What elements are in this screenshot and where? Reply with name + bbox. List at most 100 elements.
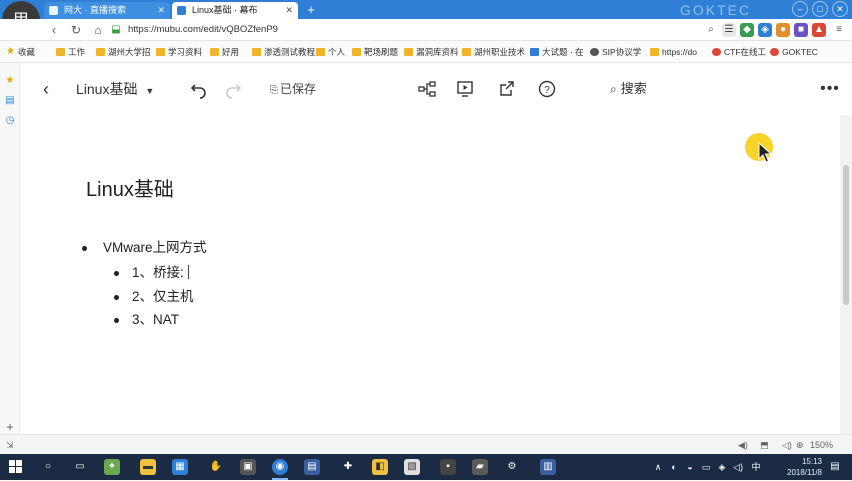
tray-icon[interactable]: ◐: [668, 459, 680, 475]
extension-icon[interactable]: ☰: [722, 23, 736, 37]
app-icon[interactable]: ◧: [372, 459, 388, 475]
scrollbar[interactable]: [840, 115, 852, 454]
home-icon[interactable]: ⌂: [90, 22, 106, 38]
file-explorer-icon[interactable]: ▬: [140, 459, 156, 475]
help-icon[interactable]: ?: [538, 79, 556, 99]
extension-icon[interactable]: ●: [776, 23, 790, 37]
browser-tab-active[interactable]: Linux基础 · 幕布 ✕: [172, 2, 298, 19]
sidebar-toggle-icon[interactable]: ⇲: [6, 439, 14, 451]
app-icon[interactable]: ▧: [404, 459, 420, 475]
scrollbar-thumb[interactable]: [843, 165, 849, 305]
app-icon[interactable]: ✚: [340, 459, 356, 475]
minimize-icon[interactable]: –: [792, 1, 808, 17]
bookmark-item[interactable]: 工作: [56, 44, 85, 60]
clock[interactable]: 15:13 2018/11/8: [787, 456, 822, 478]
star-icon: ★: [6, 46, 15, 57]
zoom-level[interactable]: 150%: [810, 439, 833, 451]
add-icon[interactable]: +: [4, 421, 16, 433]
app-icon[interactable]: ▦: [172, 459, 188, 475]
bookmark-item[interactable]: 靶场刷题: [352, 44, 398, 60]
tray-icon[interactable]: ◒: [684, 459, 696, 475]
presentation-icon[interactable]: [456, 79, 474, 99]
taskbar: ○ ▭ ✦ ▬ ▦ ✋ ▣ ◉ ▤ ✚ ◧ ▧ ▪ ▰ ⚙ ▥ ∧ ◐ ◒ ▭ …: [0, 454, 852, 480]
address-bar: ‹ ↻ ⌂ ⬓ https://mubu.com/edit/vQBOZfenP9…: [0, 19, 852, 41]
bookmark-item[interactable]: 湖州大学招: [96, 44, 151, 60]
search-circle-icon[interactable]: ○: [40, 459, 56, 475]
bookmark-item[interactable]: 个人: [316, 44, 345, 60]
list-icon[interactable]: ▤: [4, 95, 16, 107]
extension-icon[interactable]: ◆: [740, 23, 754, 37]
search-button[interactable]: ⌕ 搜索: [610, 79, 647, 99]
speaker-icon[interactable]: ◀): [738, 439, 748, 451]
settings-gear-icon[interactable]: ⚙: [504, 459, 520, 475]
tab-close-icon[interactable]: ✕: [157, 2, 165, 19]
list-item-text[interactable]: 1、桥接:: [132, 262, 189, 284]
bookmark-item[interactable]: SIP协议学: [590, 44, 641, 60]
folder-icon: [252, 48, 261, 56]
app-icon[interactable]: ▰: [472, 459, 488, 475]
volume-icon[interactable]: ◁): [732, 459, 744, 475]
app-icon[interactable]: ▤: [304, 459, 320, 475]
share-icon[interactable]: [498, 79, 516, 99]
app-icon[interactable]: ▣: [240, 459, 256, 475]
bookmark-item[interactable]: ★ 收藏: [6, 44, 35, 60]
app-icon[interactable]: ✦: [104, 459, 120, 475]
bookmark-item[interactable]: 渗透测试教程: [252, 44, 315, 60]
notification-icon[interactable]: ▤: [828, 459, 842, 475]
task-view-icon[interactable]: ▭: [72, 459, 88, 475]
extension-icon[interactable]: ■: [794, 23, 808, 37]
document-title[interactable]: Linux基础: [86, 173, 174, 202]
tray-icon[interactable]: ▭: [700, 459, 712, 475]
app-icon[interactable]: ▥: [540, 459, 556, 475]
bullet-icon[interactable]: [114, 295, 119, 300]
maximize-icon[interactable]: □: [812, 1, 828, 17]
redo-icon[interactable]: [224, 79, 242, 99]
bullet-icon[interactable]: [114, 318, 119, 323]
app-icon[interactable]: ▪: [440, 459, 456, 475]
extension-icon[interactable]: ▲: [812, 23, 826, 37]
network-icon[interactable]: ◈: [716, 459, 728, 475]
page-icon: [530, 48, 539, 56]
history-icon[interactable]: ◷: [4, 115, 16, 127]
url-field[interactable]: https://mubu.com/edit/vQBOZfenP9: [128, 22, 688, 38]
browser-taskbar-icon[interactable]: ◉: [272, 459, 288, 480]
new-tab-button[interactable]: +: [304, 3, 318, 17]
mindmap-icon[interactable]: [418, 79, 436, 99]
bookmark-item[interactable]: 漏洞库资料: [404, 44, 459, 60]
undo-icon[interactable]: [190, 79, 208, 99]
close-icon[interactable]: ✕: [832, 1, 848, 17]
star-icon[interactable]: ★: [4, 75, 16, 87]
menu-icon[interactable]: ≡: [832, 23, 846, 37]
ime-icon[interactable]: 中: [750, 459, 762, 475]
back-icon[interactable]: ‹: [46, 22, 62, 38]
extension-icon[interactable]: ◈: [758, 23, 772, 37]
bookmark-item[interactable]: https://do: [650, 44, 697, 60]
back-arrow-icon[interactable]: ‹: [38, 79, 54, 99]
bookmark-item[interactable]: GOKTEC: [770, 44, 818, 60]
sound-icon[interactable]: ◁): [782, 439, 792, 451]
windows-start-icon[interactable]: [8, 459, 24, 475]
doc-name-dropdown[interactable]: Linux基础 ▼: [76, 79, 154, 99]
bookmark-item[interactable]: 大试题 · 在: [530, 44, 584, 60]
list-item-text[interactable]: VMware上网方式: [103, 237, 207, 259]
tray-arrow-icon[interactable]: ∧: [652, 459, 664, 475]
app-icon[interactable]: ✋: [208, 459, 224, 475]
bookmark-item[interactable]: 学习资料: [156, 44, 202, 60]
bookmark-item[interactable]: CTF在线工: [712, 44, 766, 60]
download-icon[interactable]: ⬒: [760, 439, 769, 451]
bullet-icon[interactable]: [82, 246, 87, 251]
mouse-pointer-icon: [758, 142, 772, 163]
tab-close-icon[interactable]: ✕: [285, 2, 293, 19]
search-icon[interactable]: ⌕: [704, 23, 718, 37]
browser-tab-inactive[interactable]: 网大 · 直播搜索 ✕: [44, 2, 170, 19]
folder-icon: [316, 48, 325, 56]
list-item-text[interactable]: 2、仅主机: [132, 286, 194, 308]
bookmark-item[interactable]: 湖州职业技术: [462, 44, 525, 60]
reload-icon[interactable]: ↻: [68, 22, 84, 38]
list-item-text[interactable]: 3、NAT: [132, 309, 179, 331]
text-cursor: [187, 265, 189, 279]
more-menu-icon[interactable]: •••: [820, 79, 840, 99]
document-editor[interactable]: Linux基础 VMware上网方式 1、桥接: 2、仅主机 3、NAT: [20, 115, 840, 454]
bookmark-item[interactable]: 好用: [210, 44, 239, 60]
bullet-icon[interactable]: [114, 271, 119, 276]
